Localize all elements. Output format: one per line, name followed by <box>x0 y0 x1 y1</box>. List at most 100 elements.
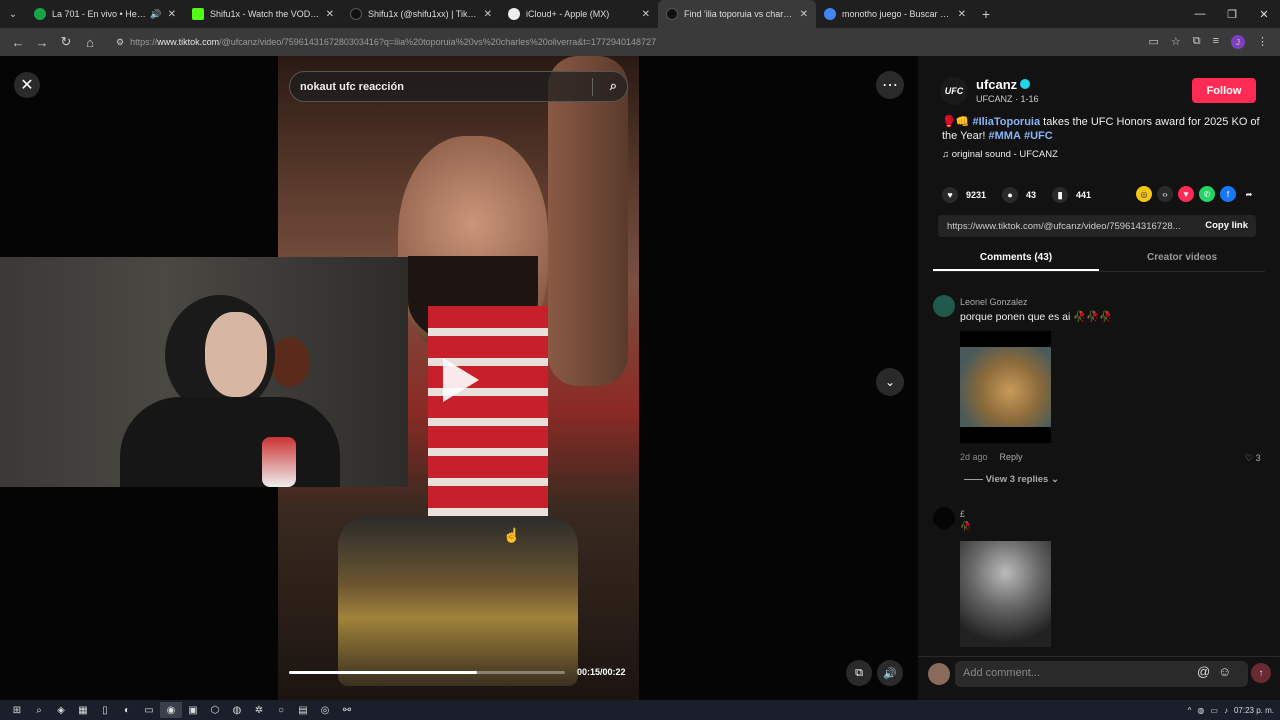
tab-favicon <box>34 8 46 20</box>
tab-creator-videos[interactable]: Creator videos <box>1099 246 1265 271</box>
comment-time: 2d ago <box>960 452 988 462</box>
tab-3[interactable]: Shifu1x (@shifu1xx) | TikTok ✕ <box>342 0 500 28</box>
comment-composer: Add comment... @ ☺ ↑ <box>918 656 1280 700</box>
reload-icon[interactable]: ↻ <box>54 34 78 50</box>
back-icon[interactable]: ← <box>6 35 30 50</box>
close-tab-icon[interactable]: ✕ <box>958 9 966 20</box>
tab-5[interactable]: Find 'ilia toporuia vs charles oli ✕ <box>658 0 816 28</box>
app-icon[interactable]: ⬡ <box>204 702 226 718</box>
copy-link-button[interactable]: Copy link <box>1205 220 1248 231</box>
embed-icon[interactable]: ‹› <box>1157 186 1173 202</box>
start-icon[interactable]: ⊞ <box>6 702 28 718</box>
comment-image[interactable] <box>960 541 1051 647</box>
folder-icon[interactable]: ▭ <box>138 702 160 718</box>
post-caption: 🥊👊 #IliaToporuia takes the UFC Honors aw… <box>942 115 1262 143</box>
hashtag-link[interactable]: #MMA <box>989 130 1021 142</box>
restore-icon[interactable]: ❐ <box>1216 0 1248 28</box>
commenter-name[interactable]: Leonel Gonzalez <box>960 297 1028 307</box>
settings-icon[interactable]: ✲ <box>248 702 270 718</box>
author-username[interactable]: ufcanz <box>976 77 1031 92</box>
close-tab-icon[interactable]: ✕ <box>800 9 808 20</box>
network-tool-icon[interactable]: ⚯ <box>336 702 358 718</box>
video-progress-bar[interactable] <box>289 671 565 674</box>
file-icon[interactable]: ▯ <box>94 702 116 718</box>
tab-1[interactable]: La 701 - En vivo • Herencia 🔊 ✕ <box>26 0 184 28</box>
more-options-icon[interactable]: ⋯ <box>876 71 904 99</box>
search-icon[interactable]: ⌕ <box>610 78 617 94</box>
emoji-icon[interactable]: ☺ <box>1218 664 1231 679</box>
tab-comments[interactable]: Comments (43) <box>933 246 1099 271</box>
new-tab-button[interactable]: + <box>974 6 998 22</box>
hashtag-link[interactable]: #IliaToporuia <box>972 116 1040 128</box>
next-video-icon[interactable]: ⌄ <box>876 368 904 396</box>
cast-icon[interactable]: ▭ <box>1148 35 1158 49</box>
view-replies-button[interactable]: —— View 3 replies ⌄ <box>964 474 1059 485</box>
edge-icon[interactable]: ◐ <box>116 702 138 718</box>
close-window-icon[interactable]: ✕ <box>1248 0 1280 28</box>
copy-link-field[interactable]: https://www.tiktok.com/@ufcanz/video/759… <box>938 215 1256 237</box>
tab-4[interactable]: iCloud+ - Apple (MX) ✕ <box>500 0 658 28</box>
tab-6[interactable]: monotho juego - Buscar con G ✕ <box>816 0 974 28</box>
follow-button[interactable]: Follow <box>1192 78 1256 103</box>
obs-icon[interactable]: ◎ <box>314 702 336 718</box>
minimize-icon[interactable]: — <box>1184 0 1216 28</box>
clock[interactable]: 07:23 p. m. <box>1234 706 1274 715</box>
tab-title: La 701 - En vivo • Herencia <box>52 9 146 19</box>
extensions-icon[interactable]: ⧉ <box>1193 35 1201 49</box>
floating-player-icon[interactable]: ⧉ <box>846 660 872 686</box>
comment-likes[interactable]: ♡ 3 <box>1245 453 1261 464</box>
calendar-icon[interactable]: ▦ <box>72 702 94 718</box>
sound-link[interactable]: ♫ original sound - UFCANZ <box>942 149 1058 160</box>
home-icon[interactable]: ⌂ <box>78 35 102 50</box>
bookmark-icon[interactable]: ▮ <box>1052 187 1069 203</box>
steam-icon[interactable]: ◈ <box>50 702 72 718</box>
hashtag-link[interactable]: #UFC <box>1024 130 1053 142</box>
close-icon[interactable]: ✕ <box>14 72 40 98</box>
search-icon[interactable]: ⌕ <box>28 702 50 718</box>
volume-icon[interactable]: 🔊 <box>877 660 903 686</box>
profile-avatar[interactable]: J <box>1231 35 1245 49</box>
url-field[interactable]: ⚙ https://www.tiktok.com/@ufcanz/video/7… <box>110 32 1140 52</box>
close-tab-icon[interactable]: ✕ <box>484 9 492 20</box>
bookmark-star-icon[interactable]: ☆ <box>1171 35 1181 49</box>
media-player-icon[interactable]: ▤ <box>292 702 314 718</box>
comment-gif[interactable] <box>960 331 1051 443</box>
heart-icon[interactable]: ♥ <box>942 187 958 203</box>
forward-icon[interactable]: → <box>30 35 54 50</box>
send-comment-icon[interactable]: ↑ <box>1251 663 1271 683</box>
coin-icon[interactable]: ◎ <box>1136 186 1152 202</box>
share-arrow-icon[interactable]: ➦ <box>1241 186 1257 202</box>
whatsapp-icon[interactable]: ✆ <box>1199 186 1215 202</box>
menu-icon[interactable]: ⋮ <box>1257 35 1268 49</box>
mention-icon[interactable]: @ <box>1197 664 1210 679</box>
play-icon[interactable] <box>443 358 479 402</box>
commenter-avatar[interactable] <box>933 507 955 529</box>
webcam-overlay <box>0 257 408 487</box>
comment-icon[interactable]: ● <box>1002 187 1019 203</box>
close-tab-icon[interactable]: ✕ <box>168 9 176 20</box>
site-info-icon[interactable]: ⚙ <box>116 37 124 48</box>
tiktok-share-icon[interactable]: ▼ <box>1178 186 1194 202</box>
commenter-name[interactable]: £ <box>960 509 965 519</box>
search-input[interactable]: nokaut ufc reacción ⌕ <box>289 71 628 102</box>
close-tab-icon[interactable]: ✕ <box>326 9 334 20</box>
close-tab-icon[interactable]: ✕ <box>642 9 650 20</box>
tab-title: Shifu1x - Watch the VOD on Ki <box>210 9 320 19</box>
opera-icon[interactable]: ○ <box>270 702 292 718</box>
speaker-icon[interactable]: 🔊 <box>150 9 161 20</box>
photos-icon[interactable]: ▣ <box>182 702 204 718</box>
author-avatar[interactable]: UFC <box>940 77 968 105</box>
chrome-icon[interactable]: ◉ <box>160 702 182 718</box>
tab-favicon <box>192 8 204 20</box>
volume-tray-icon[interactable]: ♪ <box>1224 706 1228 715</box>
tray-app-icon[interactable]: ◍ <box>1197 706 1204 715</box>
network-icon[interactable]: ▭ <box>1210 706 1218 715</box>
firefox-icon[interactable]: ◍ <box>226 702 248 718</box>
facebook-icon[interactable]: f <box>1220 186 1236 202</box>
media-icon[interactable]: ≡ <box>1213 35 1219 49</box>
tab-2[interactable]: Shifu1x - Watch the VOD on Ki ✕ <box>184 0 342 28</box>
commenter-avatar[interactable] <box>933 295 955 317</box>
reply-button[interactable]: Reply <box>1000 452 1023 462</box>
tray-chevron-icon[interactable]: ^ <box>1188 706 1192 715</box>
tab-search-button[interactable]: ⌄ <box>0 0 26 28</box>
